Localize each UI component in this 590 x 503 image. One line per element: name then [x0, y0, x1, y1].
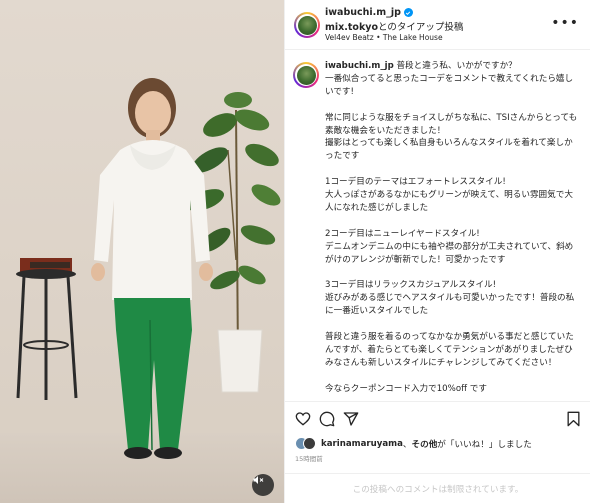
- comment-icon: [319, 411, 335, 427]
- header-username[interactable]: iwabuchi.m_jp: [325, 7, 413, 18]
- caption-area: iwabuchi.m_jp 普段と違う私、いかがですか？ 一番似合ってると思った…: [285, 51, 590, 400]
- mute-icon: [253, 476, 264, 484]
- heart-icon: [295, 412, 311, 426]
- partner-link[interactable]: mix.tokyo: [325, 22, 378, 33]
- more-options-icon[interactable]: •••: [551, 16, 579, 30]
- caption-text: iwabuchi.m_jp 普段と違う私、いかがですか？ 一番似合ってると思った…: [325, 61, 578, 394]
- liker-name[interactable]: karinamaruyama: [321, 439, 403, 449]
- mute-button[interactable]: [252, 474, 274, 496]
- avatar[interactable]: [294, 12, 320, 38]
- comments-restricted-notice: この投稿へのコメントは制限されています。: [285, 473, 590, 503]
- model-figure: [91, 78, 213, 459]
- caption-username[interactable]: iwabuchi.m_jp: [325, 61, 394, 71]
- others-link[interactable]: その他: [412, 438, 438, 450]
- action-bar: [285, 401, 590, 435]
- post-timestamp[interactable]: 15時間前: [295, 453, 323, 463]
- caption-avatar[interactable]: [293, 62, 319, 88]
- like-button[interactable]: [295, 411, 311, 431]
- share-button[interactable]: [343, 411, 359, 431]
- liker-avatar: [303, 437, 316, 450]
- photo-scene: [16, 78, 281, 459]
- verified-badge-icon: [403, 8, 413, 17]
- liker-avatars: [295, 437, 317, 451]
- stool: [16, 258, 78, 400]
- bookmark-icon: [567, 411, 580, 427]
- music-info[interactable]: Vel4ev Beatz • The Lake House: [325, 33, 443, 42]
- post-media[interactable]: [0, 0, 284, 503]
- comment-button[interactable]: [319, 411, 335, 431]
- post-sidebar: iwabuchi.m_jp mix.tokyoとのタイアップ投稿 Vel4ev …: [284, 0, 590, 503]
- likes-summary: karinamaruyama 、 その他 が「いいね！」しました: [295, 436, 532, 452]
- save-button[interactable]: [566, 411, 581, 431]
- share-icon: [343, 412, 359, 426]
- partnership-label: mix.tokyoとのタイアップ投稿: [325, 22, 464, 33]
- post-header: iwabuchi.m_jp mix.tokyoとのタイアップ投稿 Vel4ev …: [285, 0, 590, 50]
